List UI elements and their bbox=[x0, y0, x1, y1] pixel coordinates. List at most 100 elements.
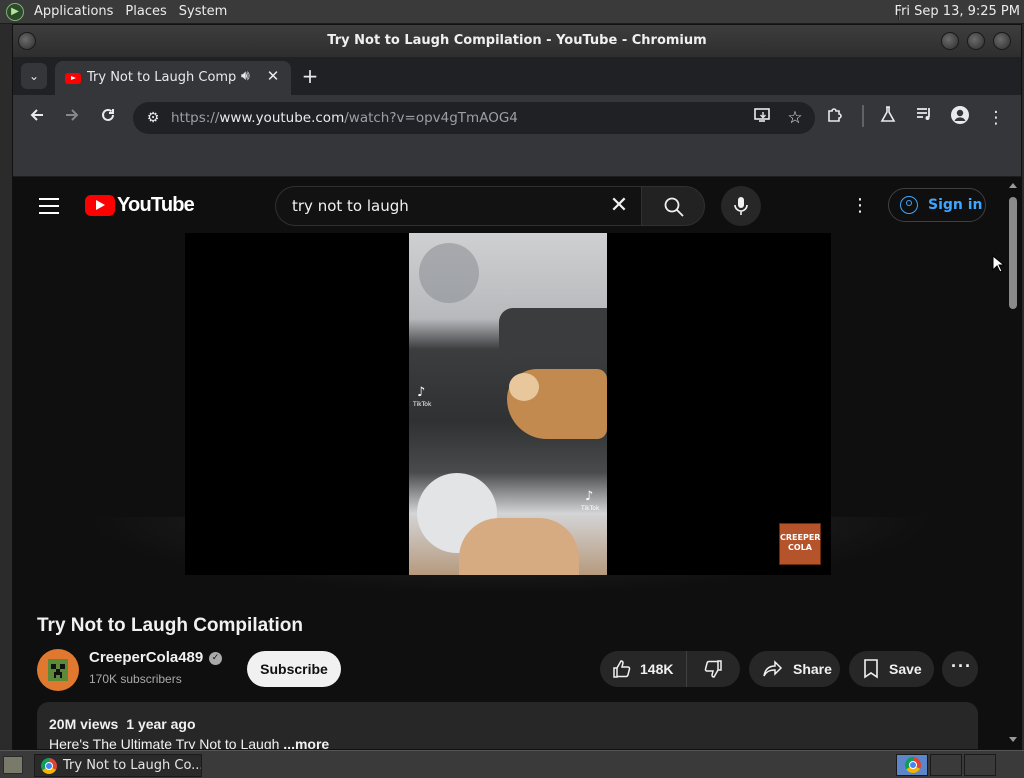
site-info-icon[interactable]: ⚙ bbox=[143, 108, 163, 128]
tiktok-watermark-icon: ♪ bbox=[417, 385, 426, 400]
applications-menu[interactable]: Applications bbox=[28, 0, 119, 24]
url-path: /watch?v=opv4gTmAOG4 bbox=[344, 110, 518, 126]
top-panel: ▶ Applications Places System Fri Sep 13,… bbox=[0, 0, 1024, 24]
show-desktop-button[interactable] bbox=[3, 756, 23, 774]
youtube-favicon-icon bbox=[65, 73, 81, 84]
install-app-icon[interactable] bbox=[750, 105, 776, 131]
upload-age: 1 year ago bbox=[126, 716, 196, 732]
video-frame[interactable]: ♪ TikTok ♪ TikTok bbox=[409, 233, 607, 575]
search-button[interactable] bbox=[641, 186, 705, 226]
window-titlebar[interactable]: Try Not to Laugh Compilation - YouTube -… bbox=[13, 25, 1021, 57]
more-actions-button[interactable]: ··· bbox=[942, 651, 978, 687]
video-shape bbox=[419, 243, 479, 303]
browser-toolbar: ⚙ https://www.youtube.com/watch?v=opv4gT… bbox=[13, 95, 1021, 141]
channel-name[interactable]: CreeperCola489 bbox=[89, 649, 203, 666]
kebab-menu-icon[interactable]: ⋮ bbox=[983, 105, 1009, 131]
places-menu[interactable]: Places bbox=[119, 0, 172, 24]
workspace-1[interactable] bbox=[896, 754, 928, 776]
hamburger-menu-icon[interactable] bbox=[39, 195, 61, 215]
chevron-down-icon: ⌄ bbox=[28, 69, 40, 83]
window-menu-button[interactable] bbox=[18, 32, 36, 50]
subscribe-button[interactable]: Subscribe bbox=[247, 651, 341, 687]
description-snippet: Here's The Ultimate Try Not to Laugh bbox=[49, 736, 284, 749]
labs-flask-icon[interactable] bbox=[875, 105, 901, 131]
youtube-play-logo-icon bbox=[85, 194, 115, 216]
view-count: 20M views bbox=[49, 716, 119, 732]
sign-in-button[interactable]: Sign in bbox=[888, 188, 986, 222]
forward-button[interactable] bbox=[59, 105, 85, 131]
description-text: Here's The Ultimate Try Not to Laugh ...… bbox=[49, 736, 329, 749]
media-control-icon[interactable] bbox=[911, 105, 937, 131]
share-button[interactable]: Share bbox=[749, 651, 840, 687]
workspace-3[interactable] bbox=[964, 754, 996, 776]
channel-watermark[interactable]: CREEPER COLA bbox=[779, 523, 821, 565]
share-label: Share bbox=[793, 661, 832, 677]
tab-close-icon[interactable]: ✕ bbox=[263, 67, 283, 85]
workspace-2[interactable] bbox=[930, 754, 962, 776]
tiktok-watermark-label: TikTok bbox=[581, 505, 600, 512]
url-host: www.youtube.com bbox=[219, 110, 345, 126]
close-window-button[interactable] bbox=[993, 32, 1011, 50]
url-scheme: https:// bbox=[171, 110, 220, 126]
tiktok-watermark-icon: ♪ bbox=[585, 489, 594, 504]
tiktok-watermark-label: TikTok bbox=[413, 401, 432, 408]
minimize-button[interactable] bbox=[941, 32, 959, 50]
new-tab-button[interactable]: + bbox=[297, 63, 323, 89]
page-scrollbar[interactable] bbox=[1005, 177, 1021, 749]
microphone-icon bbox=[734, 197, 748, 215]
chromium-icon bbox=[41, 758, 57, 774]
thumbs-down-icon bbox=[704, 660, 722, 678]
channel-avatar[interactable] bbox=[37, 649, 79, 691]
speaker-icon[interactable]: 🔊︎ bbox=[241, 68, 250, 84]
voice-search-button[interactable] bbox=[721, 186, 761, 226]
system-menu[interactable]: System bbox=[173, 0, 233, 24]
scroll-up-arrow-icon[interactable] bbox=[1009, 183, 1017, 188]
scrollbar-thumb[interactable] bbox=[1009, 197, 1017, 309]
verified-check-icon: ✓ bbox=[209, 652, 222, 665]
scroll-down-arrow-icon[interactable] bbox=[1009, 737, 1017, 742]
dislike-button[interactable] bbox=[686, 651, 740, 687]
bookmark-icon bbox=[864, 659, 878, 679]
extensions-icon[interactable] bbox=[822, 105, 848, 131]
bookmarks-bar bbox=[13, 141, 1021, 177]
subscriber-count: 170K subscribers bbox=[89, 672, 182, 686]
tab-search-button[interactable]: ⌄ bbox=[21, 63, 47, 89]
video-player[interactable]: ♪ TikTok ♪ TikTok CREEPER COLA bbox=[185, 233, 831, 575]
clock[interactable]: Fri Sep 13, 9:25 PM bbox=[895, 0, 1020, 24]
description-meta: 20M views 1 year ago bbox=[49, 716, 204, 732]
taskbar-window-label: Try Not to Laugh Co... bbox=[63, 758, 202, 773]
tab-youtube[interactable]: Try Not to Laugh Compila 🔊︎ ✕ bbox=[55, 61, 291, 95]
tab-title: Try Not to Laugh Compila bbox=[87, 70, 237, 85]
thumbs-up-icon bbox=[613, 660, 631, 678]
video-dog-head bbox=[509, 373, 539, 401]
settings-more-icon[interactable]: ⋮ bbox=[847, 191, 873, 221]
back-button[interactable] bbox=[24, 105, 50, 131]
youtube-logo[interactable]: YouTube bbox=[85, 194, 195, 216]
distro-logo-icon[interactable]: ▶ bbox=[6, 2, 24, 21]
bottom-taskbar: Try Not to Laugh Co... bbox=[0, 750, 1024, 778]
taskbar-window-button[interactable]: Try Not to Laugh Co... bbox=[34, 754, 202, 777]
channel-watermark-text: CREEPER COLA bbox=[780, 533, 821, 552]
youtube-masthead: YouTube try not to laugh ✕ ⋮ Sign in bbox=[13, 177, 1005, 233]
search-query: try not to laugh bbox=[292, 197, 409, 215]
sign-in-label: Sign in bbox=[928, 197, 983, 213]
mouse-cursor-icon bbox=[992, 255, 1004, 273]
video-shape bbox=[459, 518, 579, 575]
like-button[interactable]: 148K bbox=[600, 651, 686, 687]
maximize-button[interactable] bbox=[967, 32, 985, 50]
arrow-right-icon bbox=[66, 109, 79, 121]
address-url[interactable]: https://www.youtube.com/watch?v=opv4gTmA… bbox=[171, 110, 518, 126]
more-horizontal-icon: ··· bbox=[951, 656, 972, 676]
creeper-face-icon bbox=[48, 659, 68, 681]
address-bar[interactable]: ⚙ https://www.youtube.com/watch?v=opv4gT… bbox=[133, 102, 815, 134]
clear-search-icon[interactable]: ✕ bbox=[605, 192, 633, 220]
share-arrow-icon bbox=[763, 660, 783, 677]
show-more-link[interactable]: ...more bbox=[283, 736, 329, 749]
profile-avatar-icon[interactable] bbox=[947, 105, 973, 131]
video-description[interactable]: 20M views 1 year ago Here's The Ultimate … bbox=[37, 702, 978, 749]
save-button[interactable]: Save bbox=[849, 651, 934, 687]
bookmark-star-icon[interactable]: ☆ bbox=[782, 105, 808, 131]
reload-button[interactable] bbox=[95, 105, 121, 131]
search-input[interactable]: try not to laugh ✕ bbox=[275, 186, 641, 226]
browser-window: Try Not to Laugh Compilation - YouTube -… bbox=[12, 24, 1022, 750]
